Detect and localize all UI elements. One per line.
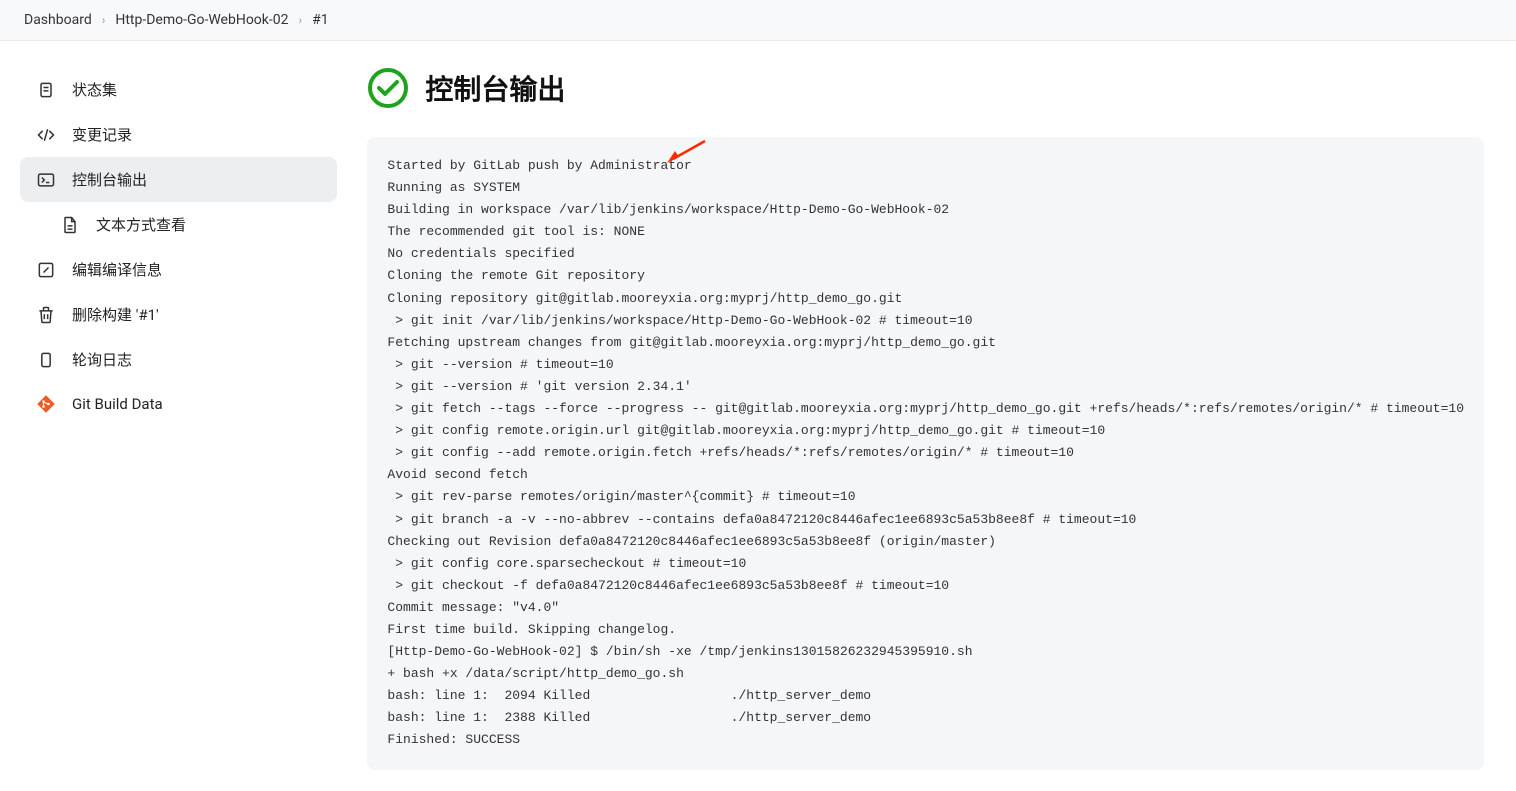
nav-item-changes[interactable]: 变更记录 <box>20 112 337 157</box>
nav-item-console-output[interactable]: 控制台输出 <box>20 157 337 202</box>
breadcrumb-item[interactable]: Http-Demo-Go-WebHook-02 <box>115 12 288 28</box>
chevron-right-icon: › <box>102 13 106 27</box>
nav-label: 编辑编译信息 <box>72 259 162 280</box>
nav-item-polling-log[interactable]: 轮询日志 <box>20 337 337 382</box>
page-title: 控制台输出 <box>425 68 565 108</box>
sidebar: 状态集 变更记录 控制台输出 文本方式查看 编辑编译信息 <box>20 61 337 770</box>
title-row: 控制台输出 <box>367 67 1484 109</box>
edit-icon <box>36 260 56 280</box>
main-content: 控制台输出 Started by GitLab push by Administ… <box>367 61 1516 770</box>
nav-label: Git Build Data <box>72 395 163 413</box>
breadcrumb: Dashboard › Http-Demo-Go-WebHook-02 › #1 <box>24 12 1492 28</box>
code-icon <box>36 125 56 145</box>
clipboard-blank-icon <box>36 350 56 370</box>
nav-label: 轮询日志 <box>72 349 132 370</box>
trash-icon <box>36 305 56 325</box>
terminal-icon <box>36 170 56 190</box>
success-icon <box>367 67 409 109</box>
nav-item-edit-build-info[interactable]: 编辑编译信息 <box>20 247 337 292</box>
document-icon <box>60 215 80 235</box>
breadcrumb-item[interactable]: #1 <box>312 12 329 28</box>
console-output: Started by GitLab push by Administrator … <box>367 137 1484 770</box>
console-text: Started by GitLab push by Administrator … <box>387 155 1464 752</box>
nav-item-view-as-text[interactable]: 文本方式查看 <box>20 202 337 247</box>
top-bar: Dashboard › Http-Demo-Go-WebHook-02 › #1 <box>0 0 1516 41</box>
nav-label: 变更记录 <box>72 124 132 145</box>
nav-item-status[interactable]: 状态集 <box>20 67 337 112</box>
nav-label: 状态集 <box>72 79 117 100</box>
nav-label: 删除构建 '#1' <box>72 304 159 325</box>
breadcrumb-item[interactable]: Dashboard <box>24 12 92 28</box>
chevron-right-icon: › <box>299 13 303 27</box>
nav-label: 控制台输出 <box>72 169 147 190</box>
git-icon <box>36 394 56 414</box>
nav-label: 文本方式查看 <box>96 214 186 235</box>
nav-item-git-build-data[interactable]: Git Build Data <box>20 382 337 426</box>
nav-item-delete-build[interactable]: 删除构建 '#1' <box>20 292 337 337</box>
clipboard-icon <box>36 80 56 100</box>
